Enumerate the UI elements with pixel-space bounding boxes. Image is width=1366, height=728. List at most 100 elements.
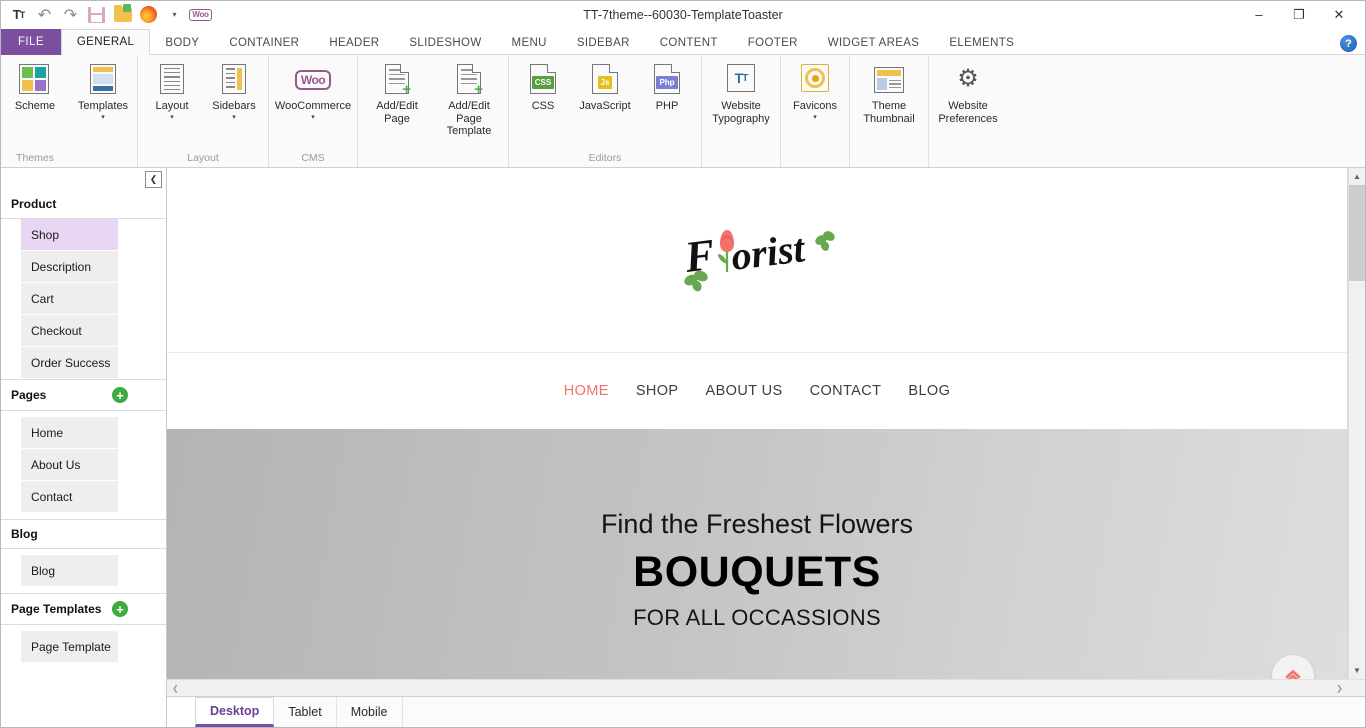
- help-icon[interactable]: ?: [1340, 35, 1357, 52]
- ribbon-button-favicons[interactable]: Favicons ▾: [784, 61, 846, 122]
- chevron-down-icon[interactable]: ▾: [232, 114, 236, 122]
- scroll-down-button[interactable]: ▼: [1349, 662, 1365, 679]
- preview-horizontal-scrollbar[interactable]: ❮ ❯: [167, 679, 1365, 696]
- ribbon-button-website-preferences[interactable]: ⚙ Website Preferences: [932, 61, 1004, 125]
- nav-link-shop[interactable]: SHOP: [636, 383, 679, 399]
- ribbon-panel: Scheme Themes Templates ▾ Layout ▾ Sideb…: [1, 55, 1365, 168]
- ribbon-button-layout[interactable]: Layout ▾: [141, 61, 203, 122]
- undo-icon[interactable]: ↶: [35, 5, 54, 24]
- sidebar-item-checkout[interactable]: Checkout: [21, 315, 118, 347]
- preview-dropdown-icon[interactable]: ▾: [165, 5, 184, 24]
- sidebar-item-order-success[interactable]: Order Success: [21, 347, 118, 379]
- redo-icon[interactable]: ↷: [61, 5, 80, 24]
- add-page-template-button[interactable]: +: [112, 601, 128, 617]
- ribbon-group-label-layout: Layout: [187, 152, 219, 164]
- tab-header[interactable]: HEADER: [314, 30, 394, 55]
- device-tab-desktop[interactable]: Desktop: [195, 697, 275, 727]
- ribbon-label-add-edit-page: Add/Edit Page: [376, 100, 418, 125]
- sidebar-item-contact[interactable]: Contact: [21, 481, 118, 513]
- nav-link-about-us[interactable]: ABOUT US: [706, 383, 783, 399]
- ribbon-button-website-typography[interactable]: TT Website Typography: [705, 61, 777, 125]
- ribbon-group-label-favicons: [784, 150, 846, 167]
- sidebar-section-pages: Pages +: [1, 379, 166, 411]
- sidebar-item-cart[interactable]: Cart: [21, 283, 118, 315]
- ribbon-button-javascript[interactable]: Js JavaScript: [574, 61, 636, 113]
- ribbon-button-theme-thumbnail[interactable]: Theme Thumbnail: [853, 61, 925, 125]
- device-tab-bar: Desktop Tablet Mobile: [167, 696, 1365, 727]
- sidebar-item-home[interactable]: Home: [21, 417, 118, 449]
- ribbon-group-label-pages: [361, 150, 505, 167]
- ribbon-group-editors: CSS CSS Js JavaScript Php PHP Editors: [509, 55, 702, 167]
- nav-link-blog[interactable]: BLOG: [908, 383, 950, 399]
- sidebar-item-blog[interactable]: Blog: [21, 555, 118, 587]
- vertical-scroll-track[interactable]: [1349, 281, 1365, 662]
- hero-banner: Find the Freshest Flowers BOUQUETS FOR A…: [167, 429, 1347, 679]
- templatetoaster-window: TT ↶ ↷ ▾ Woo TT-7theme--60030-TemplateTo…: [0, 0, 1366, 728]
- ribbon-button-scheme[interactable]: Scheme: [4, 61, 66, 113]
- scroll-right-button[interactable]: ❯: [1331, 680, 1348, 696]
- scroll-up-button[interactable]: ▲: [1349, 168, 1365, 185]
- chevron-down-icon[interactable]: ▾: [813, 114, 817, 122]
- nav-link-contact[interactable]: CONTACT: [810, 383, 882, 399]
- tab-widget-areas[interactable]: WIDGET AREAS: [813, 30, 935, 55]
- ribbon-button-css[interactable]: CSS CSS: [512, 61, 574, 113]
- sidebar-item-page-template[interactable]: Page Template: [21, 631, 118, 663]
- woocommerce-icon[interactable]: Woo: [189, 5, 212, 24]
- sidebar-item-description[interactable]: Description: [21, 251, 118, 283]
- minimize-button[interactable]: –: [1239, 2, 1279, 28]
- window-controls: – ❐ ✕: [1239, 2, 1365, 28]
- tab-elements[interactable]: ELEMENTS: [934, 30, 1029, 55]
- chevron-down-icon[interactable]: ▾: [170, 114, 174, 122]
- vertical-scroll-thumb[interactable]: [1349, 185, 1365, 281]
- device-tab-mobile[interactable]: Mobile: [336, 697, 403, 727]
- quick-access-toolbar: TT ↶ ↷ ▾ Woo: [1, 4, 212, 24]
- chevron-down-icon[interactable]: ▾: [101, 114, 105, 122]
- double-chevron-up-icon: [1285, 670, 1301, 679]
- ribbon-button-templates[interactable]: Templates ▾: [72, 61, 134, 122]
- sidebar-item-shop[interactable]: Shop: [21, 219, 118, 251]
- device-tab-tablet[interactable]: Tablet: [274, 697, 337, 727]
- tab-content[interactable]: CONTENT: [645, 30, 733, 55]
- ribbon-label-theme-thumbnail: Theme Thumbnail: [863, 100, 915, 125]
- add-page-button[interactable]: +: [112, 387, 128, 403]
- ribbon-group-cms: Woo WooCommerce ▾ CMS: [269, 55, 358, 167]
- tab-menu[interactable]: MENU: [497, 30, 562, 55]
- ribbon-button-add-edit-page-template[interactable]: + Add/Edit Page Template: [433, 61, 505, 138]
- ribbon-button-add-edit-page[interactable]: + Add/Edit Page: [361, 61, 433, 125]
- preview-vertical-scrollbar[interactable]: ▲ ▼: [1348, 168, 1365, 679]
- tab-sidebar[interactable]: SIDEBAR: [562, 30, 645, 55]
- ribbon-button-sidebars[interactable]: Sidebars ▾: [203, 61, 265, 122]
- close-button[interactable]: ✕: [1319, 2, 1359, 28]
- ribbon-group-label-preferences: [932, 150, 1004, 167]
- collapse-sidebar-button[interactable]: ❮: [145, 170, 162, 188]
- scroll-left-button[interactable]: ❮: [167, 680, 184, 696]
- nav-link-home[interactable]: HOME: [564, 383, 609, 399]
- typography-icon[interactable]: TT: [9, 5, 28, 24]
- favicon-icon: [799, 64, 831, 96]
- sidebar-list-blog: Blog: [1, 549, 166, 593]
- ribbon-group-label-themes: Themes: [16, 152, 54, 164]
- tab-file[interactable]: FILE: [1, 29, 61, 55]
- florist-logo[interactable]: F orist: [675, 224, 840, 296]
- sidebar-section-product: Product: [1, 190, 166, 219]
- restore-button[interactable]: ❐: [1279, 2, 1319, 28]
- horizontal-scroll-track[interactable]: [184, 680, 1331, 696]
- hero-line-3: FOR ALL OCCASSIONS: [633, 605, 881, 630]
- ribbon-group-website-typography: TT Website Typography: [702, 55, 781, 167]
- sidebar-section-title-pages: Pages: [11, 388, 47, 402]
- scroll-to-top-button[interactable]: [1272, 655, 1314, 679]
- tab-container[interactable]: CONTAINER: [214, 30, 314, 55]
- sidebar-section-title-page-templates: Page Templates: [11, 602, 102, 616]
- firefox-preview-icon[interactable]: [139, 5, 158, 24]
- ribbon-button-woocommerce[interactable]: Woo WooCommerce ▾: [272, 61, 354, 122]
- ribbon-button-php[interactable]: Php PHP: [636, 61, 698, 113]
- tab-body[interactable]: BODY: [150, 30, 214, 55]
- tab-slideshow[interactable]: SLIDESHOW: [394, 30, 496, 55]
- save-icon[interactable]: [87, 5, 106, 24]
- sidebar-item-about-us[interactable]: About Us: [21, 449, 118, 481]
- tab-footer[interactable]: FOOTER: [733, 30, 813, 55]
- ribbon-tab-strip: FILE GENERAL BODY CONTAINER HEADER SLIDE…: [1, 29, 1365, 55]
- tab-general[interactable]: GENERAL: [60, 29, 151, 55]
- publish-icon[interactable]: [113, 4, 132, 24]
- chevron-down-icon[interactable]: ▾: [311, 114, 315, 122]
